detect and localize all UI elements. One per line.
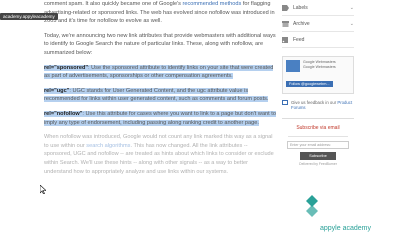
feedback-note: Give us feedback in our Product Forums [282, 100, 354, 110]
follow-widget: Google Webmasters Google Webmasters Foll… [282, 56, 354, 94]
sidebar-labels-text: Labels [293, 4, 308, 11]
blog-post-body: comment spam. It also quickly became one… [44, 0, 276, 240]
divider [288, 136, 348, 137]
logo-luster-text: Luster [324, 203, 383, 223]
chevron-down-icon: ⌄ [349, 20, 354, 27]
ugc-item: rel="ugc": UGC stands for User Generated… [44, 87, 276, 104]
search-algorithms-link[interactable]: search algorithms [86, 143, 130, 149]
archive-icon [282, 20, 289, 27]
email-field[interactable]: Enter your email address: [287, 141, 349, 149]
label-icon [282, 4, 289, 11]
sidebar-labels[interactable]: Labels ⌄ [282, 0, 354, 16]
history-paragraph: When nofollow was introduced, Google wou… [44, 133, 276, 176]
sidebar-archive-text: Archive [293, 20, 310, 27]
mouse-cursor-icon [40, 185, 46, 194]
logo-academy-text: appyle academy [320, 225, 371, 232]
rss-icon [282, 36, 288, 43]
subscribe-widget: Subscribe via email Enter your email add… [282, 118, 354, 166]
sponsored-item: rel="sponsored": Use the sponsored attri… [44, 64, 276, 81]
subscribe-button[interactable]: Subscribe [300, 152, 336, 160]
intro-paragraph: comment spam. It also quickly became one… [44, 0, 276, 26]
mind-luster-watermark: Mind Luster appyle academy [306, 185, 398, 237]
chevron-down-icon: ⌄ [349, 4, 354, 11]
follow-handle: Google Webmasters [303, 65, 336, 69]
ugc-code: rel="ugc" [44, 87, 70, 94]
sidebar-feed-text: Feed [293, 36, 305, 43]
feedburner-credit: Delivered by FeedBurner [299, 162, 337, 166]
avatar [286, 60, 300, 72]
follow-button[interactable]: Follow @googlewebm... [286, 81, 333, 87]
recommended-methods-link[interactable]: recommended methods [183, 1, 242, 7]
subscribe-title: Subscribe via email [296, 125, 340, 131]
sidebar-archive[interactable]: Archive ⌄ [282, 16, 354, 32]
nofollow-code: rel="nofollow" [44, 110, 83, 117]
announcement-paragraph: Today, we're announcing two new link att… [44, 32, 276, 56]
chat-icon [282, 100, 288, 105]
logo-mark-icon [306, 195, 318, 217]
nofollow-item: rel="nofollow": Use this attribute for c… [44, 110, 276, 127]
url-tooltip: academy.appyleacademy [0, 13, 58, 20]
screenshot-frame: comment spam. It also quickly became one… [0, 0, 400, 240]
ugc-desc: : UGC stands for User Generated Content,… [44, 87, 269, 103]
intro-text-start: comment spam. It also quickly became one… [44, 1, 183, 7]
sidebar-feed[interactable]: Feed [282, 32, 354, 48]
sponsored-code: rel="sponsored" [44, 64, 89, 71]
